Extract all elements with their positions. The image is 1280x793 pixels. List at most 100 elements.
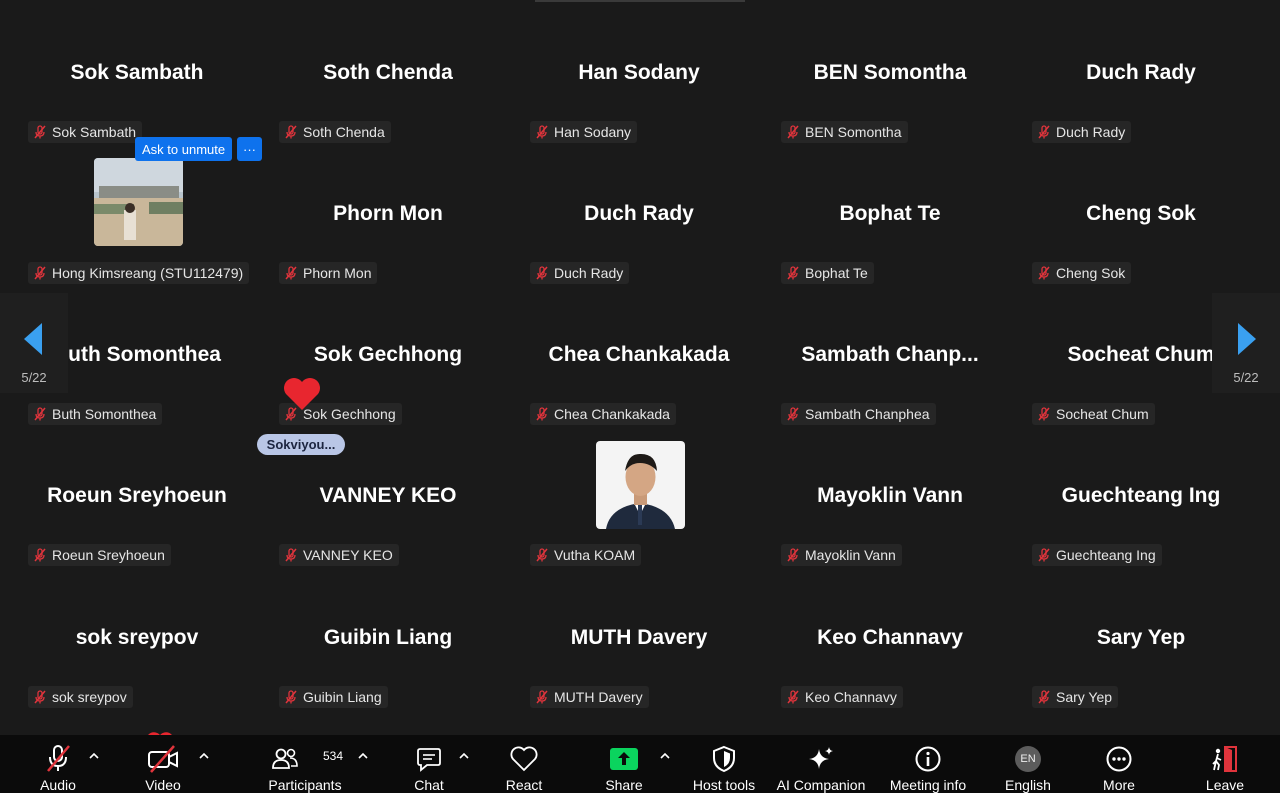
participant-tile[interactable]: Bophat Te Bophat Te (765, 154, 1015, 295)
ai-companion-label: AI Companion (776, 777, 866, 793)
more-button[interactable]: More (1098, 735, 1140, 793)
gallery-view: Sok Sambath Sok Sambath Soth Chenda Soth Ch… (0, 0, 1280, 741)
participant-name-label: Socheat Chum (1032, 403, 1155, 425)
participant-label-text: Sok Sambath (52, 124, 137, 140)
participant-display-name: Duch Rady (584, 202, 694, 225)
language-button[interactable]: EN English (1003, 735, 1053, 793)
participant-name-label: Soth Chenda (279, 121, 391, 143)
participant-display-name: BEN Somontha (813, 61, 967, 84)
participant-name-label: VANNEY KEO (279, 544, 399, 566)
participant-display-name: Keo Channavy (817, 626, 963, 649)
participant-display-name: Phorn Mon (333, 202, 443, 225)
participant-display-name: Sok Sambath (70, 61, 204, 84)
participant-tile[interactable]: Sok Sambath Sok Sambath (12, 13, 262, 154)
participant-tile[interactable]: Guibin Liang Guibin Liang (263, 578, 513, 719)
participant-tile[interactable]: Roeun Sreyhoeun Roeun Sreyhoeun (12, 436, 262, 577)
participant-tile[interactable]: Duch Rady Duch Rady (514, 154, 764, 295)
video-options-chevron-icon[interactable] (199, 751, 209, 763)
participant-display-name: Guibin Liang (323, 626, 453, 649)
share-button[interactable]: Share (603, 735, 645, 793)
react-button[interactable]: React (503, 735, 545, 793)
participant-tile[interactable]: Cheng Sok Cheng Sok (1016, 154, 1266, 295)
chat-button[interactable]: Chat (410, 735, 448, 793)
muted-microphone-icon (1036, 265, 1052, 281)
participant-tile[interactable]: Sary Yep Sary Yep (1016, 578, 1266, 719)
leave-button[interactable]: Leave (1204, 735, 1246, 793)
previous-page-button[interactable]: 5/22 (0, 293, 68, 393)
participant-label-text: sok sreypov (52, 689, 127, 705)
react-label: React (505, 777, 543, 793)
participant-name-label: Chea Chankakada (530, 403, 676, 425)
share-options-chevron-icon[interactable] (660, 751, 670, 763)
participant-tile[interactable]: Phorn Mon Phorn Mon (263, 154, 513, 295)
participant-display-name: MUTH Davery (570, 626, 708, 649)
meeting-toolbar: Audio Video Participants 534 Chat React … (0, 735, 1280, 793)
participants-options-chevron-icon[interactable] (358, 751, 368, 763)
host-tools-button[interactable]: Host tools (691, 735, 757, 793)
muted-microphone-icon (44, 741, 72, 776)
participant-name-label: Hong Kimsreang (STU112479) (28, 262, 250, 284)
participant-name-label: Sary Yep (1032, 686, 1119, 708)
participant-name-label: Bophat Te (781, 262, 874, 284)
next-page-button[interactable]: 5/22 (1212, 293, 1280, 393)
ask-to-unmute-button[interactable]: Ask to unmute (135, 137, 233, 161)
video-button[interactable]: Video (140, 735, 186, 793)
top-handle[interactable] (535, 0, 745, 2)
muted-microphone-icon (534, 124, 550, 140)
participants-icon (271, 741, 299, 776)
muted-microphone-icon (785, 547, 801, 563)
participant-display-name: Roeun Sreyhoeun (47, 484, 227, 507)
participant-name-label: Sambath Chanphea (781, 403, 936, 425)
muted-microphone-icon (283, 265, 299, 281)
share-label: Share (605, 777, 643, 793)
participant-display-name: sok sreypov (75, 626, 199, 649)
tile-more-options-button[interactable]: ··· (237, 137, 262, 161)
participant-name-label: sok sreypov (28, 686, 133, 708)
participant-display-name: Sambath Chanp... (801, 343, 979, 366)
audio-button[interactable]: Audio (36, 735, 80, 793)
participant-label-text: Socheat Chum (1056, 406, 1149, 422)
participants-button[interactable]: Participants (266, 735, 344, 793)
language-badge-icon: EN (1015, 741, 1041, 776)
participant-tile[interactable]: Mayoklin Vann Mayoklin Vann (765, 436, 1015, 577)
participant-photo-hong (94, 158, 183, 246)
participant-name-label: Cheng Sok (1032, 262, 1132, 284)
participant-label-text: Cheng Sok (1056, 265, 1126, 281)
chat-options-chevron-icon[interactable] (459, 751, 469, 763)
participant-display-name: Soth Chenda (323, 61, 453, 84)
participant-display-name: Guechteang Ing (1061, 484, 1221, 507)
leave-door-icon (1210, 741, 1240, 776)
participant-label-text: Soth Chenda (303, 124, 385, 140)
sparkle-icon (807, 741, 835, 776)
participant-label-text: Roeun Sreyhoeun (52, 547, 165, 563)
participant-name-label: Duch Rady (1032, 121, 1132, 143)
participant-tile[interactable]: MUTH Davery MUTH Davery (514, 578, 764, 719)
participant-tile[interactable]: Guechteang Ing Guechteang Ing (1016, 436, 1266, 577)
participant-tile[interactable]: Keo Channavy Keo Channavy (765, 578, 1015, 719)
participant-tile[interactable]: VANNEY KEO VANNEY KEO (263, 436, 513, 577)
ai-companion-button[interactable]: AI Companion (776, 735, 866, 793)
muted-microphone-icon (32, 689, 48, 705)
audio-options-chevron-icon[interactable] (89, 751, 99, 763)
participant-label-text: Bophat Te (805, 265, 868, 281)
participant-tile[interactable]: sok sreypov sok sreypov (12, 578, 262, 719)
participant-label-text: Keo Channavy (805, 689, 897, 705)
participant-tile[interactable]: Sambath Chanp... Sambath Chanphea (765, 295, 1015, 436)
audio-label: Audio (40, 777, 76, 793)
participant-tile[interactable]: BEN Somontha BEN Somontha (765, 13, 1015, 154)
participant-tile[interactable]: Chea Chankakada Chea Chankakada (514, 295, 764, 436)
participant-tile[interactable]: Soth Chenda Soth Chenda (263, 13, 513, 154)
participant-name-label: Buth Somonthea (28, 403, 163, 425)
heart-reaction-icon (282, 377, 322, 416)
page-indicator-right: 5/22 (1233, 370, 1259, 385)
muted-microphone-icon (534, 547, 550, 563)
more-dots-icon (1105, 741, 1133, 776)
meeting-info-button[interactable]: Meeting info (887, 735, 969, 793)
muted-microphone-icon (283, 547, 299, 563)
participant-tile[interactable]: Duch Rady Duch Rady (1016, 13, 1266, 154)
participant-name-label: Han Sodany (530, 121, 638, 143)
meeting-info-label: Meeting info (889, 777, 967, 793)
muted-microphone-icon (32, 406, 48, 422)
participant-tile[interactable]: Han Sodany Han Sodany (514, 13, 764, 154)
participant-name-label: Guechteang Ing (1032, 544, 1162, 566)
